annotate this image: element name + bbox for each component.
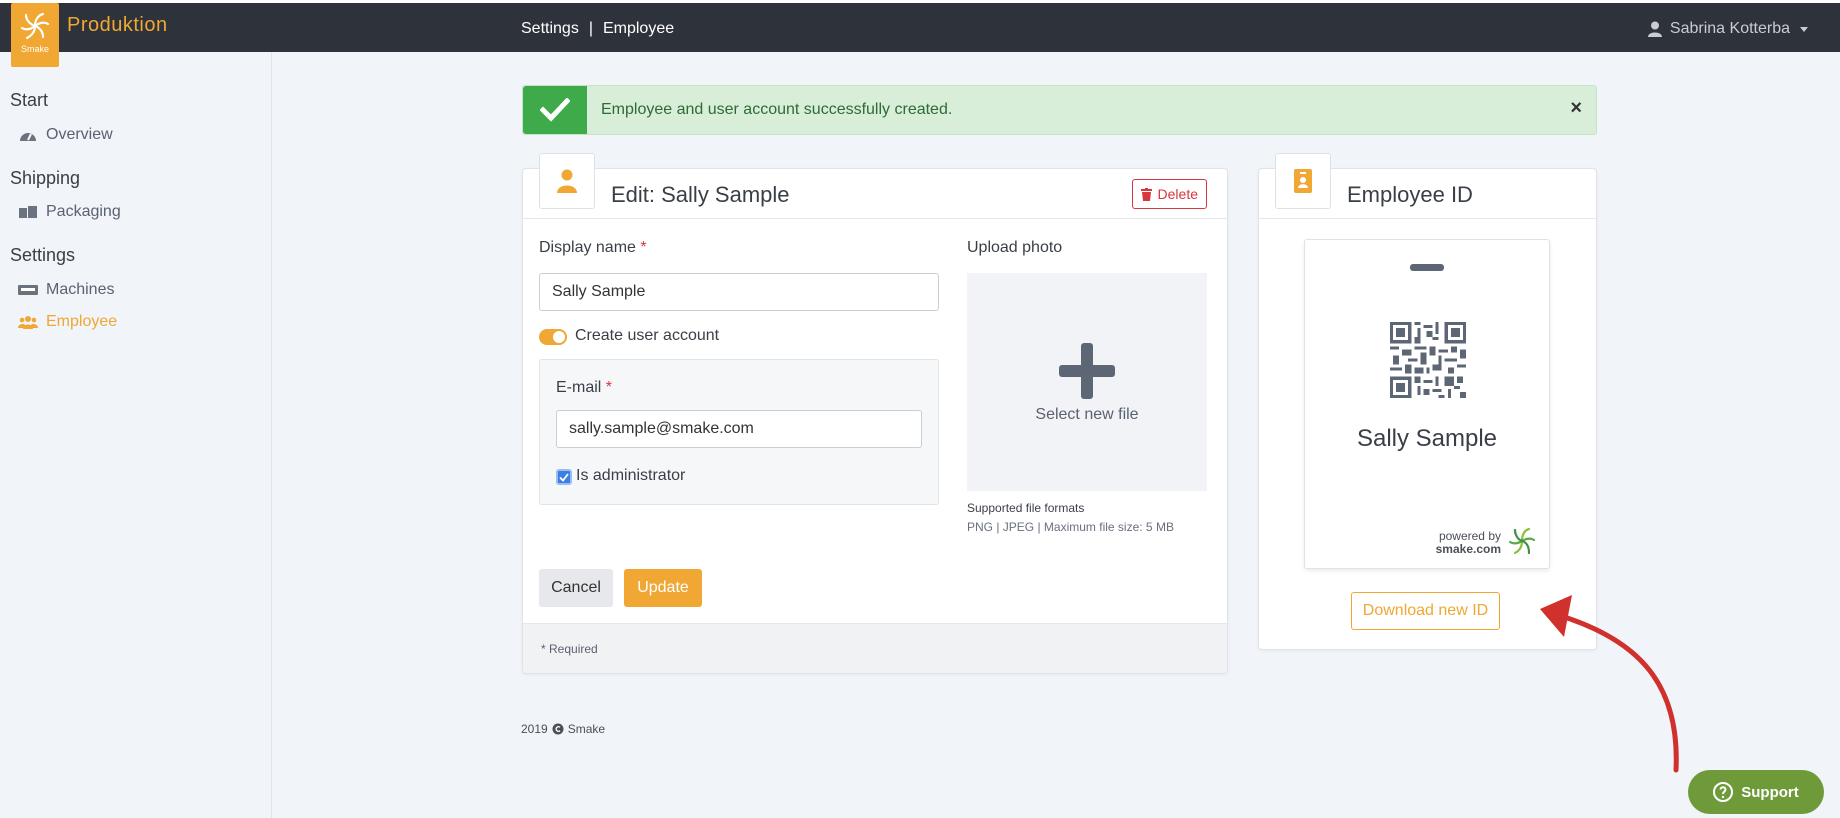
copyright: 2019 Smake [521, 722, 605, 736]
sidebar-item-employee[interactable]: Employee [18, 313, 117, 331]
breadcrumb-settings[interactable]: Settings [521, 20, 579, 37]
boxes-icon [18, 204, 38, 220]
check-icon [523, 86, 587, 134]
chevron-down-icon [1800, 26, 1808, 32]
select-file-text: Select new file [1035, 406, 1139, 423]
update-button[interactable]: Update [624, 569, 702, 607]
id-badge-icon [1275, 153, 1331, 209]
display-name-label-text: Display name [539, 239, 636, 256]
breadcrumb-separator: | [588, 20, 593, 37]
display-name-input[interactable]: Sally Sample [539, 273, 939, 311]
create-account-label: Create user account [575, 327, 720, 344]
sun-swirl-icon [20, 12, 50, 40]
formats-title: Supported file formats [967, 501, 1085, 515]
edit-employee-card: Edit: Sally Sample Delete Display name *… [522, 153, 1228, 674]
sidebar-item-label: Packaging [46, 203, 121, 220]
user-name: Sabrina Kotterba [1669, 20, 1790, 37]
sidebar-item-packaging[interactable]: Packaging [18, 203, 121, 221]
badge-name: Sally Sample [1356, 425, 1498, 452]
card-header: Edit: Sally Sample Delete [523, 153, 1227, 219]
sidebar-section-shipping: Shipping [10, 168, 81, 188]
question-icon [1713, 782, 1734, 802]
powered-by-site: smake.com [1435, 542, 1501, 556]
smake-logo[interactable]: Smake [11, 3, 59, 67]
powered-by-label: powered by [1438, 529, 1501, 543]
photo-upload-dropzone[interactable]: Select new file [967, 273, 1207, 491]
cancel-button[interactable]: Cancel [539, 569, 613, 607]
email-label-text: E-mail [556, 379, 602, 396]
sidebar-item-label: Employee [46, 313, 118, 330]
download-id-button[interactable]: Download new ID [1351, 592, 1500, 630]
formats-text: PNG | JPEG | Maximum file size: 5 MB [967, 520, 1174, 534]
account-settings-box: E-mail * sally.sample@smake.com Is admin… [539, 359, 939, 505]
smake-logo-icon [1509, 527, 1535, 555]
sidebar-item-label: Machines [46, 281, 115, 298]
delete-button[interactable]: Delete [1131, 179, 1207, 209]
machine-icon [18, 282, 38, 298]
top-bar: Settings | Employee Sabrina Kotterba [0, 0, 1840, 52]
close-icon[interactable]: × [1570, 97, 1582, 120]
card-title: Employee ID [1347, 182, 1473, 207]
required-mark: * [640, 239, 647, 256]
copyright-year: 2019 [521, 722, 548, 736]
required-mark: * [605, 379, 613, 396]
card-header: Employee ID [1259, 153, 1596, 219]
email-label: E-mail * [556, 379, 612, 397]
employee-id-card: Employee ID Sally Sample powered by smake… [1258, 153, 1597, 650]
badge-slot [1410, 264, 1444, 271]
user-icon [1647, 21, 1662, 37]
sidebar-section-start: Start [10, 90, 49, 110]
create-account-toggle[interactable] [539, 329, 567, 345]
sidebar-item-label: Overview [46, 126, 113, 143]
users-icon [18, 314, 38, 330]
annotation-arrow [1540, 595, 1679, 773]
required-note: * Required [541, 642, 598, 656]
alert-message: Employee and user account successfully c… [601, 101, 953, 118]
success-alert: Employee and user account successfully c… [522, 85, 1597, 135]
support-button[interactable]: Support [1688, 770, 1824, 814]
upload-photo-label: Upload photo [967, 239, 1063, 256]
sidebar-section-settings: Settings [10, 245, 76, 265]
display-name-label: Display name * [539, 239, 647, 257]
delete-label: Delete [1157, 186, 1198, 202]
card-title: Edit: Sally Sample [611, 182, 790, 207]
breadcrumb-employee[interactable]: Employee [603, 20, 674, 37]
sidebar-item-machines[interactable]: Machines [18, 281, 114, 299]
dashboard-icon [18, 127, 38, 143]
qr-code-icon [1390, 322, 1466, 398]
support-label: Support [1741, 783, 1799, 801]
copyright-icon [552, 723, 564, 735]
breadcrumb: Settings | Employee [521, 20, 674, 38]
plus-icon [1059, 343, 1115, 399]
checkmark-icon [559, 472, 569, 482]
sidebar-item-overview[interactable]: Overview [18, 126, 113, 144]
sidebar: Start Overview Shipping Packaging Settin… [0, 52, 272, 818]
logo-text: Smake [20, 44, 49, 54]
person-icon [539, 153, 595, 209]
card-footer: * Required [523, 623, 1227, 673]
admin-label: Is administrator [576, 467, 686, 484]
app-brand[interactable]: Produktion [67, 14, 168, 37]
id-badge-preview: Sally Sample powered by smake.com [1304, 239, 1550, 569]
user-menu[interactable]: Sabrina Kotterba [1647, 20, 1808, 38]
admin-checkbox[interactable] [556, 469, 572, 485]
trash-icon [1140, 187, 1152, 201]
copyright-company: Smake [567, 722, 606, 736]
powered-by-text: powered by smake.com [1436, 530, 1501, 556]
email-field[interactable]: sally.sample@smake.com [556, 410, 922, 448]
